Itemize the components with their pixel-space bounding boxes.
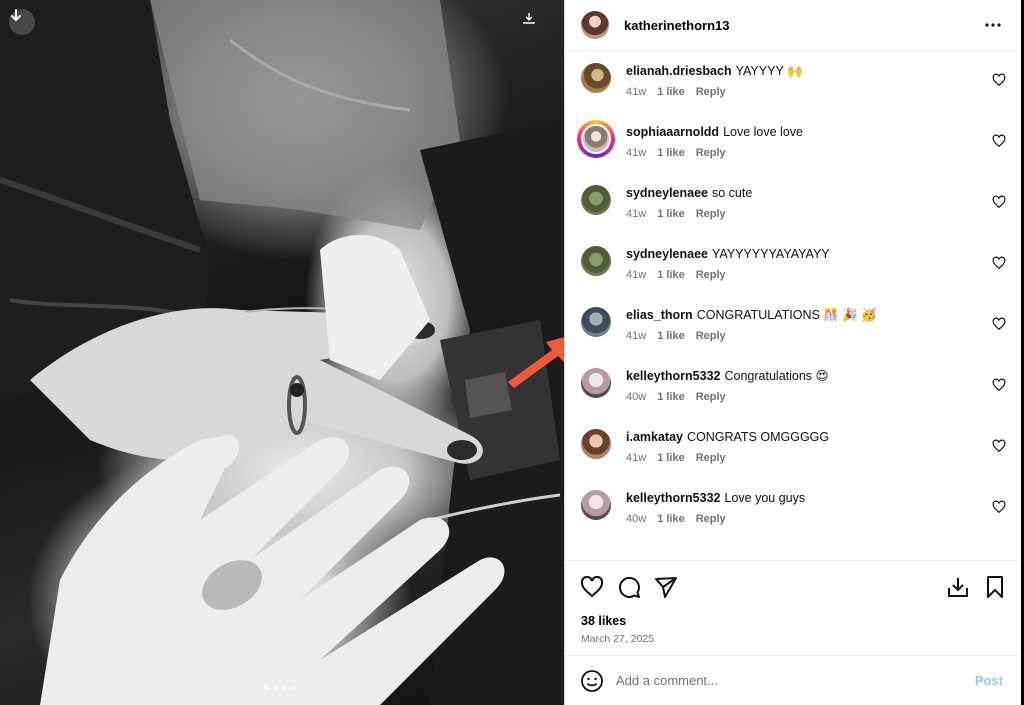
comment-username[interactable]: sydneylenaee xyxy=(626,186,708,200)
carousel-dot[interactable] xyxy=(291,685,296,690)
commenter-avatar[interactable] xyxy=(581,185,611,215)
commenter-avatar xyxy=(581,124,611,154)
post-photo[interactable] xyxy=(0,0,564,705)
post-actions: 38 likes March 27, 2025 xyxy=(565,560,1022,645)
comment-text: Congratulations 😍 xyxy=(724,369,829,383)
comment-likes[interactable]: 1 like xyxy=(657,513,685,525)
comment-input[interactable] xyxy=(616,673,975,688)
comment-username[interactable]: sydneylenaee xyxy=(626,247,708,261)
comment-likes[interactable]: 1 like xyxy=(657,86,685,98)
commenter-avatar-story[interactable] xyxy=(577,120,615,158)
comment-text: YAYYYY 🙌 xyxy=(735,64,803,78)
post-date: March 27, 2025 xyxy=(581,633,654,645)
reply-button[interactable]: Reply xyxy=(696,513,726,525)
like-comment-heart-icon[interactable] xyxy=(992,134,1006,148)
like-comment-heart-icon[interactable] xyxy=(992,73,1006,87)
like-comment-heart-icon[interactable] xyxy=(992,439,1006,453)
comment-username[interactable]: sophiaaarnoldd xyxy=(626,125,719,139)
reply-button[interactable]: Reply xyxy=(696,330,726,342)
comments-list[interactable]: elianah.driesbach YAYYYY 🙌 41w 1 like Reply… xyxy=(565,51,1021,560)
comment-likes[interactable]: 1 like xyxy=(657,452,685,464)
comment-age: 40w xyxy=(626,513,647,525)
comment-username[interactable]: elianah.driesbach xyxy=(626,64,732,78)
comment-item: kelleythorn5332 Congratulations 😍 40w 1 li… xyxy=(565,368,1022,429)
comment-age: 40w xyxy=(626,391,647,403)
like-comment-heart-icon[interactable] xyxy=(992,256,1006,270)
commenter-avatar[interactable] xyxy=(581,368,611,398)
reply-button[interactable]: Reply xyxy=(696,452,726,464)
reply-button[interactable]: Reply xyxy=(696,86,726,98)
likes-count[interactable]: 38 likes xyxy=(565,614,1022,628)
comment-likes[interactable]: 1 like xyxy=(657,208,685,220)
commenter-avatar[interactable] xyxy=(581,307,611,337)
like-comment-heart-icon[interactable] xyxy=(992,195,1006,209)
like-comment-heart-icon[interactable] xyxy=(992,500,1006,514)
comment-text: Love love love xyxy=(723,125,803,139)
comment-age: 41w xyxy=(626,86,647,98)
comment-age: 41w xyxy=(626,330,647,342)
save-download-icon[interactable] xyxy=(523,12,547,36)
comment-likes[interactable]: 1 like xyxy=(657,269,685,281)
comment-username[interactable]: elias_thorn xyxy=(626,308,693,322)
carousel-indicator xyxy=(264,685,296,690)
comment-item: sydneylenaee so cute 41w 1 like Reply xyxy=(565,185,1022,246)
like-comment-heart-icon[interactable] xyxy=(992,378,1006,392)
comment-text: so cute xyxy=(712,186,753,200)
comment-item: sydneylenaee YAYYYYYYAYAYAYY 41w 1 like Rep… xyxy=(565,246,1022,307)
comment-username[interactable]: kelleythorn5332 xyxy=(626,491,721,505)
author-username[interactable]: katherinethorn13 xyxy=(624,18,981,33)
comment-age: 41w xyxy=(626,208,647,220)
post-comment-button[interactable]: Post xyxy=(975,673,1003,688)
comment-item: elias_thorn CONGRATULATIONS 🎊 🎉 🥳 41w 1 li… xyxy=(565,307,1022,368)
comment-username[interactable]: i.amkatay xyxy=(626,430,683,444)
comment-item: sophiaaarnoldd Love love love 41w 1 like Re… xyxy=(565,120,1022,185)
post-header: katherinethorn13 xyxy=(565,0,1021,51)
download-tray-icon[interactable] xyxy=(945,574,971,600)
commenter-avatar[interactable] xyxy=(581,246,611,276)
reply-button[interactable]: Reply xyxy=(696,147,726,159)
carousel-dot[interactable] xyxy=(282,685,287,690)
more-options-icon[interactable] xyxy=(981,13,1005,37)
comment-username[interactable]: kelleythorn5332 xyxy=(626,369,721,383)
like-heart-icon[interactable] xyxy=(579,574,605,600)
comment-age: 41w xyxy=(626,452,647,464)
comment-age: 41w xyxy=(626,269,647,281)
comment-item: i.amkatay CONGRATS OMGGGGG 41w 1 like Reply xyxy=(565,429,1022,490)
commenter-avatar[interactable] xyxy=(581,63,611,93)
commenter-avatar[interactable] xyxy=(581,429,611,459)
like-comment-heart-icon[interactable] xyxy=(992,317,1006,331)
download-arrow-icon[interactable] xyxy=(9,9,35,35)
comment-likes[interactable]: 1 like xyxy=(657,391,685,403)
comment-bubble-icon[interactable] xyxy=(616,574,642,600)
author-avatar[interactable] xyxy=(581,11,609,39)
comment-likes[interactable]: 1 like xyxy=(657,147,685,159)
commenter-avatar[interactable] xyxy=(581,490,611,520)
reply-button[interactable]: Reply xyxy=(696,208,726,220)
post-sidebar: katherinethorn13 elianah.driesbach YAYYYY… xyxy=(564,0,1022,705)
emoji-smiley-icon[interactable] xyxy=(580,669,604,693)
share-send-icon[interactable] xyxy=(653,574,679,600)
comment-age: 41w xyxy=(626,147,647,159)
comment-text: YAYYYYYYAYAYAYY xyxy=(712,247,830,261)
comment-item: kelleythorn5332 Love you guys 40w 1 like Re… xyxy=(565,490,1022,551)
carousel-dot[interactable] xyxy=(264,685,269,690)
comment-text: Love you guys xyxy=(724,491,806,505)
bookmark-icon[interactable] xyxy=(982,574,1008,600)
reply-button[interactable]: Reply xyxy=(696,391,726,403)
comment-text: CONGRATULATIONS 🎊 🎉 🥳 xyxy=(696,308,877,322)
comment-composer: Post xyxy=(565,655,1022,705)
carousel-dot[interactable] xyxy=(273,685,278,690)
reply-button[interactable]: Reply xyxy=(696,269,726,281)
comment-text: CONGRATS OMGGGGG xyxy=(686,430,830,444)
comment-likes[interactable]: 1 like xyxy=(657,330,685,342)
photo-content xyxy=(0,0,564,705)
comment-item: elianah.driesbach YAYYYY 🙌 41w 1 like Reply xyxy=(565,63,1022,124)
